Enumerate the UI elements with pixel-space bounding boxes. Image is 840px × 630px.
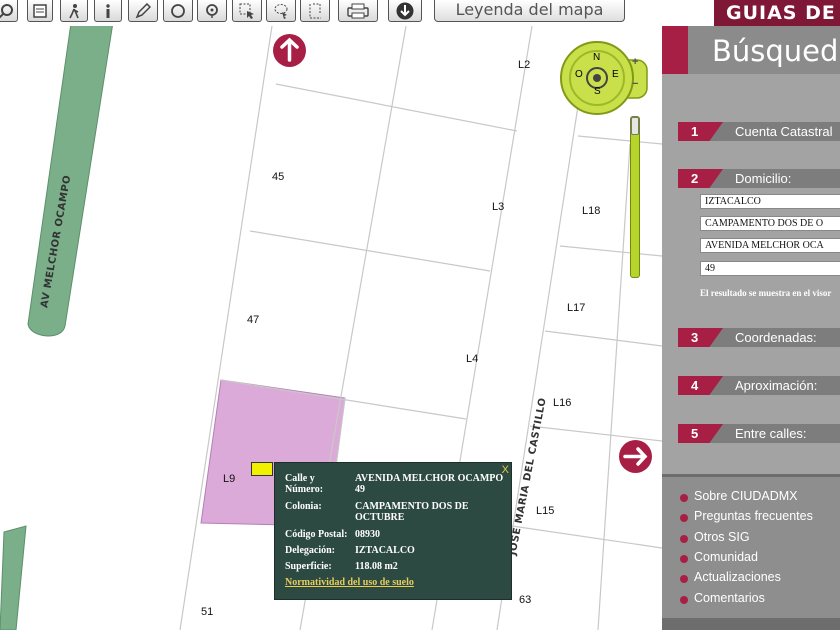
link-label: Comunidad bbox=[694, 550, 758, 564]
lot-label: L18 bbox=[582, 205, 601, 217]
lot-label: 63 bbox=[519, 594, 532, 606]
print-icon[interactable] bbox=[338, 0, 378, 22]
legend-button[interactable]: Leyenda del mapa bbox=[434, 0, 625, 22]
lot-label: L3 bbox=[492, 201, 505, 213]
search-panel: GUIAS DE Búsqued 1 Cuenta Catastral 2 Do… bbox=[662, 0, 840, 630]
link-label: Sobre CIUDADMX bbox=[694, 489, 798, 503]
bullet-icon bbox=[680, 575, 688, 583]
popup-value: 08930 bbox=[355, 529, 380, 540]
location-icon[interactable] bbox=[197, 0, 227, 22]
page-icon[interactable] bbox=[27, 0, 53, 22]
bullet-icon bbox=[680, 596, 688, 604]
popup-value: IZTACALCO bbox=[355, 545, 415, 556]
page-title: Búsqued bbox=[712, 34, 839, 68]
section-label: Domicilio: bbox=[735, 171, 792, 186]
compass-west[interactable]: O bbox=[575, 69, 583, 80]
select-icon[interactable] bbox=[232, 0, 262, 22]
lot-label: L4 bbox=[466, 353, 479, 365]
street-field[interactable]: AVENIDA MELCHOR OCA bbox=[700, 238, 840, 253]
section-coordenadas[interactable]: 3 Coordenadas: bbox=[678, 328, 840, 348]
lot-label: 45 bbox=[272, 171, 285, 183]
section-aproximacion[interactable]: 4 Aproximación: bbox=[678, 376, 840, 396]
download-icon[interactable] bbox=[388, 0, 422, 22]
lot-label: L2 bbox=[518, 59, 531, 71]
section-cuenta-catastral[interactable]: 1 Cuenta Catastral bbox=[678, 122, 840, 142]
land-use-regulation-link[interactable]: Normatividad del uso de suelo bbox=[285, 577, 414, 588]
header-accent bbox=[662, 26, 688, 74]
parcel-info-popup: X Calle y Número: AVENIDA MELCHOR OCAMPO… bbox=[274, 462, 512, 600]
section-entre-calles[interactable]: 5 Entre calles: bbox=[678, 424, 840, 444]
popup-key: Código Postal: bbox=[285, 529, 348, 540]
footer-links: Sobre CIUDADMX Preguntas frecuentes Otro… bbox=[662, 474, 840, 630]
arrow-up-icon bbox=[280, 37, 299, 62]
zoom-slider-thumb[interactable] bbox=[631, 117, 639, 135]
zoom-in-button[interactable]: + bbox=[632, 56, 638, 68]
popup-key: Delegación: bbox=[285, 545, 335, 556]
link-label: Preguntas frecuentes bbox=[694, 509, 813, 523]
compass-north[interactable]: N bbox=[593, 52, 600, 63]
section-label: Aproximación: bbox=[735, 378, 818, 393]
edit-icon[interactable] bbox=[128, 0, 158, 22]
circle-icon[interactable] bbox=[163, 0, 193, 22]
pan-north-button[interactable] bbox=[273, 34, 306, 67]
panel-bottom-bar bbox=[662, 618, 840, 630]
site-banner: GUIAS DE bbox=[714, 0, 840, 26]
lot-label: L15 bbox=[536, 505, 555, 517]
lot-label: L16 bbox=[553, 397, 572, 409]
lot-label: 51 bbox=[201, 606, 214, 618]
lot-label: L17 bbox=[567, 302, 586, 314]
link-label: Actualizaciones bbox=[694, 570, 781, 584]
arrow-right-icon bbox=[623, 447, 648, 466]
lot-label: L9 bbox=[223, 473, 236, 485]
section-label: Entre calles: bbox=[735, 426, 807, 441]
popup-value: AVENIDA MELCHOR OCAMPO 49 bbox=[355, 473, 504, 495]
popup-value: CAMPAMENTO DOS DE OCTUBRE bbox=[355, 501, 469, 523]
link-label: Comentarios bbox=[694, 591, 765, 605]
link-label: Otros SIG bbox=[694, 530, 750, 544]
section-domicilio[interactable]: 2 Domicilio: bbox=[678, 169, 840, 189]
popup-key: Superficie: bbox=[285, 561, 332, 572]
bullet-icon bbox=[680, 535, 688, 543]
delegacion-field[interactable]: IZTACALCO bbox=[700, 194, 840, 209]
lot-label: 47 bbox=[247, 314, 260, 326]
walk-icon[interactable] bbox=[60, 0, 88, 22]
result-note: El resultado se muestra en el visor bbox=[700, 288, 832, 298]
zoom-slider[interactable] bbox=[630, 116, 640, 278]
rectangle-icon[interactable] bbox=[300, 0, 330, 22]
compass-east[interactable]: E bbox=[612, 69, 619, 80]
map-viewer[interactable]: AV MELCHOR OCAMPO JOSE MARIA DEL CASTILL… bbox=[0, 26, 662, 630]
zoom-icon[interactable] bbox=[0, 0, 18, 22]
section-label: Cuenta Catastral bbox=[735, 124, 833, 139]
popup-key: Calle y Número: bbox=[285, 473, 324, 495]
map-toolbar: Leyenda del mapa bbox=[0, 0, 662, 26]
bullet-icon bbox=[680, 494, 688, 502]
lasso-icon[interactable] bbox=[266, 0, 296, 22]
bullet-icon bbox=[680, 514, 688, 522]
popup-key: Colonia: bbox=[285, 501, 322, 512]
location-marker bbox=[251, 462, 273, 476]
zoom-out-button[interactable]: − bbox=[632, 78, 638, 90]
pan-east-button[interactable] bbox=[619, 440, 652, 473]
avenue-shape-south bbox=[0, 525, 27, 630]
panel-top-strip bbox=[662, 0, 714, 26]
section-label: Coordenadas: bbox=[735, 330, 817, 345]
bullet-icon bbox=[680, 555, 688, 563]
number-field[interactable]: 49 bbox=[700, 261, 840, 276]
compass-south[interactable]: S bbox=[594, 86, 601, 97]
popup-value: 118.08 m2 bbox=[355, 561, 398, 572]
info-icon[interactable] bbox=[94, 0, 122, 22]
colonia-field[interactable]: CAMPAMENTO DOS DE O bbox=[700, 216, 840, 231]
